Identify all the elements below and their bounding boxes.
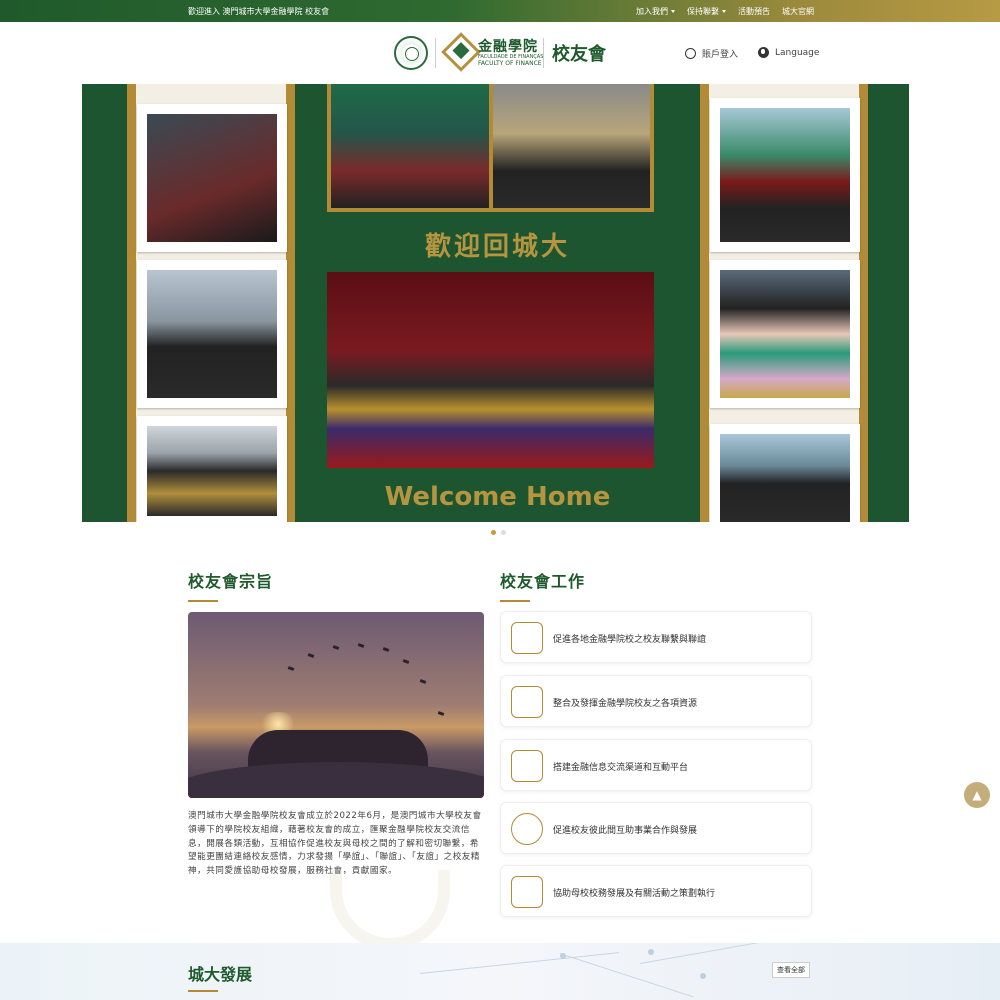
work-item[interactable]: 搭建金融信息交流渠道和互動平台 [500, 739, 812, 791]
clover-icon [511, 813, 543, 845]
nav-events[interactable]: 活動預告 [738, 6, 770, 17]
hands-box-icon [511, 750, 543, 782]
development-section-bg [0, 943, 1000, 1000]
site-name[interactable]: 校友會 [552, 40, 606, 66]
open-book-icon [511, 876, 543, 908]
top-photo-pair [327, 84, 654, 212]
faculty-name-cn: 金融學院 [478, 39, 538, 55]
banner-photo [710, 98, 860, 252]
logo-divider [435, 38, 436, 68]
faculty-name-en: FACULTY OF FINANCE [478, 60, 542, 67]
purpose-description: 澳門城市大學金融學院校友會成立於2022年6月，是澳門城市大學校友會領導下的學院… [188, 811, 482, 876]
network-node [560, 953, 566, 959]
welcome-text: 歡迎進入 澳門城市大學金融學院 校友會 [188, 7, 330, 16]
cap-icon [332, 645, 340, 650]
gold-border [286, 84, 295, 522]
graduation-silhouette-image [188, 612, 484, 798]
university-seal-logo[interactable] [394, 36, 428, 70]
emblem-watermark [330, 870, 450, 950]
banner-photo [137, 104, 287, 252]
purpose-title: 校友會宗旨 [188, 572, 274, 591]
cap-icon [419, 679, 427, 684]
gold-border [700, 84, 709, 522]
cap-icon [382, 647, 390, 652]
cap-icon [437, 711, 445, 716]
work-item-label: 協助母校校務發展及有關活動之策劃執行 [553, 889, 716, 899]
banner-center-panel: 歡迎回城大 Welcome Home [295, 84, 700, 522]
language-label: Language [775, 47, 820, 58]
mailbox-icon [511, 686, 543, 718]
network-line [640, 943, 798, 964]
gold-border [127, 84, 136, 522]
user-icon [685, 48, 696, 59]
carousel-dot[interactable] [491, 530, 496, 535]
work-item-label: 促進各地金融學院校之校友聯繫與聯誼 [553, 635, 707, 645]
network-node [648, 949, 654, 955]
nav-keep-in-touch[interactable]: 保持聯繫 [687, 6, 726, 17]
title-underline [188, 990, 218, 992]
work-item-label: 整合及發揮金融學院校友之各項資源 [553, 699, 698, 709]
development-title: 城大發展 [188, 965, 253, 984]
group-photo [327, 272, 654, 468]
cap-icon [307, 653, 315, 658]
work-item[interactable]: 協助母校校務發展及有關活動之策劃執行 [500, 865, 812, 917]
banner-photo [137, 416, 287, 522]
language-selector[interactable]: Language [758, 47, 819, 58]
globe-icon [758, 47, 769, 58]
carousel-indicators [491, 530, 506, 535]
gold-border [859, 84, 868, 522]
welcome-title-en: Welcome Home [384, 482, 611, 512]
banner-photo [710, 260, 860, 408]
network-line [559, 953, 694, 998]
work-item-label: 促進校友彼此間互助事業合作與發展 [553, 826, 698, 836]
top-bar: 歡迎進入 澳門城市大學金融學院 校友會 加入我們 保持聯繫 活動預告 城大官網 [0, 0, 1000, 22]
login-label: 賬戶登入 [702, 50, 739, 60]
top-nav: 加入我們 保持聯繫 活動預告 城大官網 [636, 6, 814, 17]
chevron-down-icon [722, 10, 726, 13]
work-item[interactable]: 促進各地金融學院校之校友聯繫與聯誼 [500, 611, 812, 663]
title-underline [500, 600, 530, 602]
work-title: 校友會工作 [500, 572, 586, 591]
banner-photo [137, 260, 287, 408]
chat-bubbles-icon [511, 622, 543, 654]
login-link[interactable]: 賬戶登入 [685, 47, 738, 60]
title-underline [188, 600, 218, 602]
nav-join-us[interactable]: 加入我們 [636, 6, 675, 17]
hero-banner[interactable]: 歡迎回城大 Welcome Home [82, 84, 909, 522]
logo-divider [543, 38, 544, 68]
hill-silhouette [188, 762, 484, 798]
faculty-emblem-logo[interactable] [441, 32, 481, 72]
banner-photo [710, 424, 860, 522]
cap-icon [357, 643, 365, 648]
welcome-title-cn: 歡迎回城大 [424, 232, 570, 262]
network-node [700, 973, 706, 979]
scroll-to-top-button[interactable]: ▲ [964, 782, 990, 808]
chevron-down-icon [671, 10, 675, 13]
nav-cityu-site[interactable]: 城大官網 [782, 6, 814, 17]
carousel-dot[interactable] [501, 530, 506, 535]
work-item[interactable]: 促進校友彼此間互助事業合作與發展 [500, 802, 812, 854]
cap-icon [287, 666, 295, 671]
cap-icon [402, 659, 410, 664]
site-header: 金融學院 FACULDADE DE FINANÇAS FACULTY OF FI… [0, 22, 1000, 84]
work-item[interactable]: 整合及發揮金融學院校友之各項資源 [500, 675, 812, 727]
view-all-button[interactable]: 查看全部 [772, 962, 810, 978]
work-item-label: 搭建金融信息交流渠道和互動平台 [553, 763, 689, 773]
